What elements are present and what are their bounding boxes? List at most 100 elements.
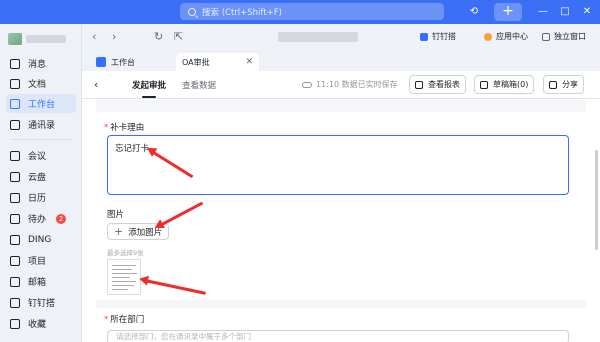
standalone-window-label: 独立窗口 [554,32,586,41]
tab-workbench[interactable]: 工作台 [96,53,135,71]
sidebar-item-label: 日历 [28,194,47,204]
main-content: ‹ 发起审批 查看数据 11:10 数据已实时保存 查看报表 草稿箱(0) 分享… [82,71,600,342]
tab-oa-approval[interactable]: OA审批 ✕ [176,53,260,71]
tab-label: OA审批 [182,57,210,67]
sidebar-item-label: 邮箱 [28,278,47,288]
button-label: 查看报表 [428,80,460,89]
sidebar-item-messages[interactable]: 消息 [6,54,76,73]
sidebar-item-label: 通讯录 [28,121,56,131]
dingda-link[interactable]: 钉钉搭 [420,31,456,42]
maximize-button[interactable]: □ [557,4,573,20]
share-icon [549,80,557,89]
share-button[interactable]: 分享 [543,75,584,94]
sidebar-item-label: DING [28,234,52,245]
sidebar-item-workbench[interactable]: 工作台 [6,94,76,113]
calendar-icon [10,192,20,203]
sidebar-item-mail[interactable]: 邮箱 [6,272,76,291]
minimize-button[interactable]: — [535,4,551,20]
reason-value: 忘记打卡 [115,144,150,154]
back-arrow-icon[interactable]: ‹ [92,30,96,43]
sidebar-item-label: 待办 [28,215,47,225]
cloud-icon [302,81,312,88]
contacts-icon [10,119,20,130]
ding-icon [10,234,20,245]
sidebar-item-project[interactable]: 项目 [6,251,76,270]
sidebar-item-ding[interactable]: DING [6,230,76,249]
org-name-blurred [26,35,66,43]
sidebar-item-cloud-drive[interactable]: 云盘 [6,167,76,186]
search-icon [188,7,196,16]
sidebar-item-todo[interactable]: 待办 2 [6,209,76,228]
sidebar-item-label: 项目 [28,257,47,267]
department-placeholder: 请选择部门，您在通讯录中属于多个部门 [116,332,251,341]
app-center-link[interactable]: 应用中心 [484,31,528,42]
drafts-icon [480,80,488,89]
org-logo-icon [8,33,22,45]
sidebar-item-contacts[interactable]: 通讯录 [6,115,76,134]
add-button[interactable]: + [494,3,522,21]
message-icon [10,58,20,69]
sidebar-item-builder[interactable]: 钉钉搭 [6,293,76,312]
save-status: 11:10 数据已实时保存 [302,79,398,90]
back-icon[interactable]: ‹ [94,78,98,91]
history-icon[interactable]: ⟲ [466,4,482,20]
document-icon [10,78,20,89]
tab-view-data[interactable]: 查看数据 [182,79,216,91]
image-label: 图片 [107,210,125,220]
app-center-icon [484,32,492,41]
button-label: 草稿箱(0) [493,80,529,89]
sidebar-item-label: 工作台 [28,100,56,110]
sidebar-item-docs[interactable]: 文档 [6,74,76,93]
search-bar[interactable]: 搜索 (Ctrl+Shift+F) [180,3,444,20]
close-tab-icon[interactable]: ✕ [246,57,254,67]
sidebar-item-label: 钉钉搭 [28,299,56,309]
uploaded-image-thumbnail[interactable] [107,259,141,295]
sidebar-item-calendar[interactable]: 日历 [6,188,76,207]
sidebar-divider [10,139,72,140]
project-icon [10,255,20,266]
sidebar-item-favorites[interactable]: 收藏 [6,314,76,333]
save-status-text: 11:10 数据已实时保存 [316,80,398,89]
sidebar-item-meeting[interactable]: 会议 [6,146,76,165]
builder-icon [10,297,20,308]
section-divider [96,300,586,308]
drafts-button[interactable]: 草稿箱(0) [474,75,535,94]
dingda-label: 钉钉搭 [432,32,456,41]
refresh-icon[interactable]: ↻ [154,30,163,43]
mail-icon [10,276,20,287]
button-label: 分享 [562,80,578,89]
standalone-window-link[interactable]: 独立窗口 [542,31,586,42]
department-select[interactable]: 请选择部门，您在通讯录中属于多个部门 [107,330,569,342]
scrollbar[interactable] [595,150,598,250]
app-center-label: 应用中心 [496,32,528,41]
top-bar: 搜索 (Ctrl+Shift+F) ⟲ + — □ ✕ [0,0,600,24]
org-profile[interactable] [8,32,70,46]
sidebar-item-label: 会议 [28,152,47,162]
image-hint: 最多选择9张 [107,249,144,257]
tab-bar: ‹ › ↻ ⇱ 钉钉搭 应用中心 独立窗口 工作台 OA审批 ✕ [82,24,600,71]
sidebar-item-label: 收藏 [28,320,47,330]
meeting-icon [10,150,20,161]
section-divider [96,100,586,112]
search-placeholder: 搜索 (Ctrl+Shift+F) [202,7,282,18]
forward-arrow-icon[interactable]: › [112,30,116,43]
reason-label: * 补卡理由 [104,123,145,133]
workbench-tab-icon [96,57,106,67]
external-link-icon[interactable]: ⇱ [174,30,183,43]
department-label: * 所在部门 [104,315,145,325]
sidebar: 消息 文档 工作台 通讯录 会议 云盘 日历 待办 2 DING 项目 邮箱 钉钉… [0,24,82,342]
cloud-drive-icon [10,171,20,182]
todo-icon [10,213,20,224]
page-title-blurred [278,32,358,42]
view-report-button[interactable]: 查看报表 [409,75,466,94]
tab-label: 工作台 [111,57,135,67]
workbench-icon [10,98,20,109]
favorites-icon [10,318,20,329]
content-header: ‹ 发起审批 查看数据 11:10 数据已实时保存 查看报表 草稿箱(0) 分享 [82,71,600,99]
report-icon [415,80,423,89]
standalone-window-icon [542,32,550,41]
todo-count-badge: 2 [56,213,67,224]
close-window-button[interactable]: ✕ [579,4,595,20]
plus-icon: + [114,225,124,238]
tab-initiate-approval[interactable]: 发起审批 [132,79,166,98]
